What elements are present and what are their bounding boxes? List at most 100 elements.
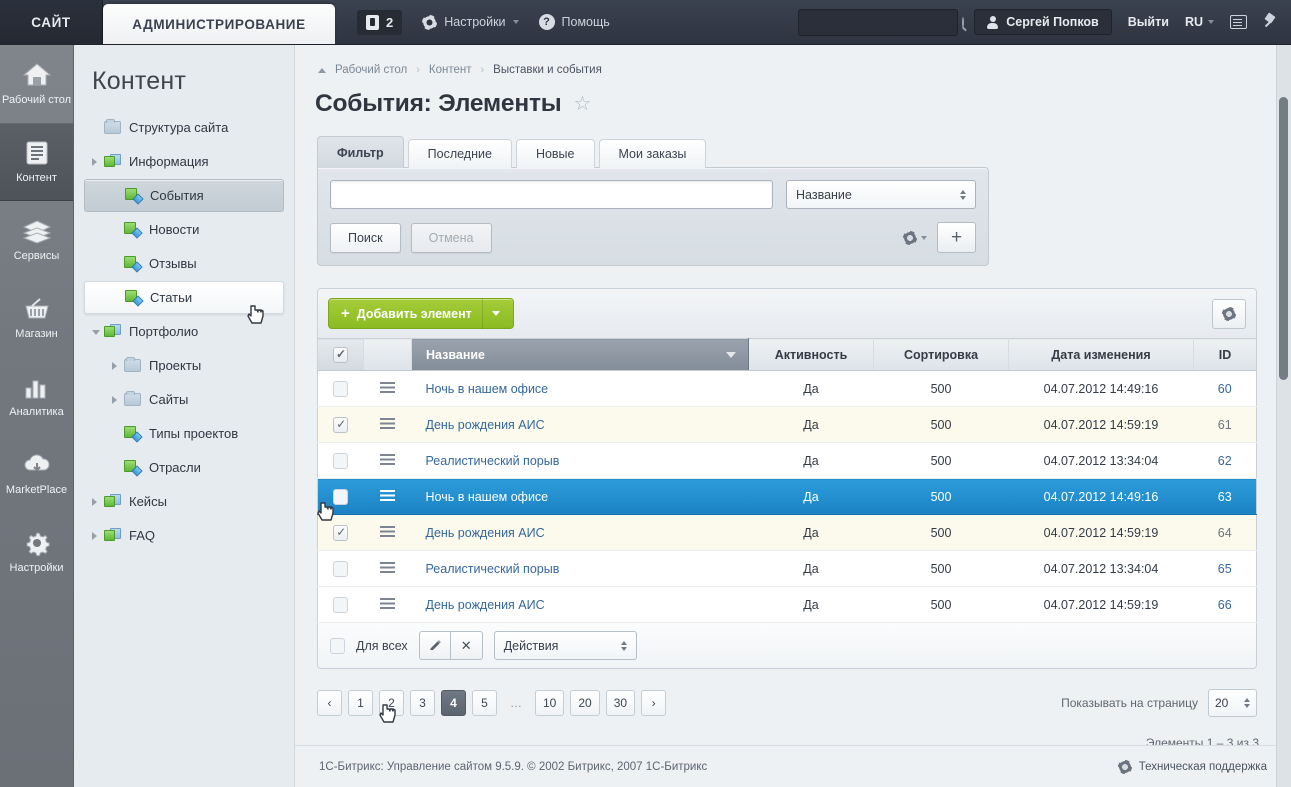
sidebar-item-settings[interactable]: Настройки — [0, 513, 73, 591]
page-button-3[interactable]: 3 — [410, 690, 435, 716]
tab-filter[interactable]: Фильтр — [317, 136, 404, 168]
menu-item-information[interactable]: Информация — [84, 145, 284, 178]
filter-search-input[interactable] — [330, 180, 773, 209]
menu-item-cases[interactable]: Кейсы — [84, 485, 284, 518]
row-checkbox[interactable] — [333, 560, 349, 577]
menu-item-projects[interactable]: Проекты — [84, 349, 284, 382]
row-name-link[interactable]: Ночь в нашем офисе — [426, 490, 549, 504]
menu-item-events[interactable]: События — [84, 179, 284, 212]
logout-button[interactable]: Выйти — [1128, 15, 1169, 29]
table-row[interactable]: Ночь в нашем офисе Да 500 04.07.2012 14:… — [317, 370, 1257, 407]
vertical-scrollbar-thumb[interactable] — [1279, 97, 1288, 380]
filter-settings-button[interactable] — [903, 230, 927, 245]
grid-settings-button[interactable] — [1212, 298, 1246, 329]
search-input[interactable] — [807, 15, 963, 29]
sidebar-item-services[interactable]: Сервисы — [0, 201, 73, 279]
add-element-button[interactable]: + Добавить элемент — [328, 298, 514, 329]
chevron-right-icon[interactable] — [112, 395, 117, 404]
drag-handle-icon[interactable] — [380, 489, 395, 501]
select-all-header[interactable] — [317, 338, 364, 371]
row-name-link[interactable]: День рождения АИС — [426, 418, 545, 432]
chevron-right-icon[interactable] — [92, 497, 97, 506]
breadcrumb-item-desktop[interactable]: Рабочий стол — [335, 64, 407, 76]
menu-item-project-types[interactable]: Типы проектов — [84, 417, 284, 450]
chevron-down-icon[interactable] — [491, 311, 500, 316]
page-button-20[interactable]: 20 — [570, 690, 600, 716]
column-header-id[interactable]: ID — [1193, 338, 1257, 371]
row-name-link[interactable]: Реалистический порыв — [426, 562, 560, 576]
drag-handle-icon[interactable] — [380, 525, 395, 537]
menu-item-site-structure[interactable]: Структура сайта — [84, 111, 284, 144]
menu-item-news[interactable]: Новости — [84, 213, 284, 246]
table-row[interactable]: Реалистический порыв Да 500 04.07.2012 1… — [317, 442, 1257, 479]
tab-new[interactable]: Новые — [515, 139, 595, 168]
drag-handle-icon[interactable] — [380, 453, 395, 465]
column-header-active[interactable]: Активность — [748, 338, 874, 371]
select-all-checkbox[interactable] — [333, 346, 348, 363]
menu-item-articles[interactable]: Статьи — [84, 281, 284, 314]
row-checkbox[interactable] — [333, 416, 349, 433]
table-row[interactable]: День рождения АИС Да 500 04.07.2012 14:5… — [317, 586, 1257, 623]
drag-handle-icon[interactable] — [380, 417, 395, 429]
panel-toggle-icon[interactable] — [1230, 15, 1247, 29]
page-button-10[interactable]: 10 — [535, 690, 565, 716]
sidebar-item-desktop[interactable]: Рабочий стол — [0, 45, 73, 123]
menu-item-sites[interactable]: Сайты — [84, 383, 284, 416]
chevron-right-icon[interactable] — [92, 531, 97, 540]
row-name-link[interactable]: День рождения АИС — [426, 598, 545, 612]
page-button-4[interactable]: 4 — [441, 690, 466, 716]
row-checkbox[interactable] — [333, 380, 349, 397]
filter-add-button[interactable]: + — [937, 222, 976, 253]
sidebar-item-marketplace[interactable]: MarketPlace — [0, 435, 73, 513]
actions-select[interactable]: Действия — [493, 631, 637, 660]
menu-item-faq[interactable]: FAQ — [84, 519, 284, 552]
pin-icon[interactable] — [1263, 14, 1277, 30]
breadcrumb-item-content[interactable]: Контент — [429, 64, 472, 76]
row-name-link[interactable]: День рождения АИС — [426, 526, 545, 540]
menu-item-industries[interactable]: Отрасли — [84, 451, 284, 484]
row-checkbox[interactable] — [333, 596, 349, 613]
cancel-button[interactable]: Отмена — [410, 222, 492, 253]
column-header-name[interactable]: Название — [411, 338, 749, 371]
table-row[interactable]: День рождения АИС Да 500 04.07.2012 14:5… — [317, 514, 1257, 551]
vertical-scrollbar-track[interactable] — [1276, 45, 1291, 787]
tab-administration[interactable]: АДМИНИСТРИРОВАНИЕ — [103, 4, 335, 44]
delete-selected-button[interactable]: ✕ — [450, 631, 483, 660]
menu-item-portfolio[interactable]: Портфолио — [84, 315, 284, 348]
column-header-sort[interactable]: Сортировка — [873, 338, 1009, 371]
page-next-button[interactable]: › — [641, 690, 667, 716]
menu-item-reviews[interactable]: Отзывы — [84, 247, 284, 280]
row-checkbox[interactable] — [333, 488, 349, 505]
language-switcher[interactable]: RU — [1185, 15, 1214, 29]
settings-menu[interactable]: Настройки — [422, 14, 519, 30]
tab-my-orders[interactable]: Мои заказы — [598, 139, 707, 168]
sidebar-item-shop[interactable]: Магазин — [0, 279, 73, 357]
sidebar-item-content[interactable]: Контент — [0, 123, 73, 201]
drag-handle-icon[interactable] — [380, 561, 395, 573]
column-header-date[interactable]: Дата изменения — [1008, 338, 1194, 371]
table-row[interactable]: Реалистический порыв Да 500 04.07.2012 1… — [317, 550, 1257, 587]
select-all-footer-checkbox[interactable] — [330, 637, 345, 654]
filter-field-select[interactable]: Название — [786, 180, 976, 209]
drag-handle-icon[interactable] — [380, 597, 395, 609]
star-icon[interactable]: ☆ — [573, 94, 591, 114]
drag-handle-icon[interactable] — [380, 381, 395, 393]
chevron-right-icon[interactable] — [112, 361, 117, 370]
support-link[interactable]: Техническая поддержка — [1117, 759, 1267, 774]
page-prev-button[interactable]: ‹ — [317, 690, 342, 716]
row-name-link[interactable]: Ночь в нашем офисе — [426, 382, 549, 396]
table-row[interactable]: Ночь в нашем офисе Да 500 04.07.2012 14:… — [317, 478, 1257, 515]
page-button-30[interactable]: 30 — [605, 690, 636, 716]
chevron-right-icon[interactable] — [92, 157, 97, 166]
tab-site[interactable]: САЙТ — [0, 0, 103, 44]
edit-selected-button[interactable] — [418, 631, 451, 660]
table-row[interactable]: День рождения АИС Да 500 04.07.2012 14:5… — [317, 406, 1257, 443]
row-checkbox[interactable] — [333, 452, 349, 469]
page-button-2[interactable]: 2 — [379, 690, 404, 716]
chevron-down-icon[interactable] — [92, 330, 100, 335]
sidebar-item-analytics[interactable]: Аналитика — [0, 357, 73, 435]
row-name-link[interactable]: Реалистический порыв — [426, 454, 560, 468]
row-checkbox[interactable] — [333, 524, 349, 541]
global-search[interactable] — [798, 8, 965, 36]
tab-recent[interactable]: Последние — [407, 139, 512, 168]
